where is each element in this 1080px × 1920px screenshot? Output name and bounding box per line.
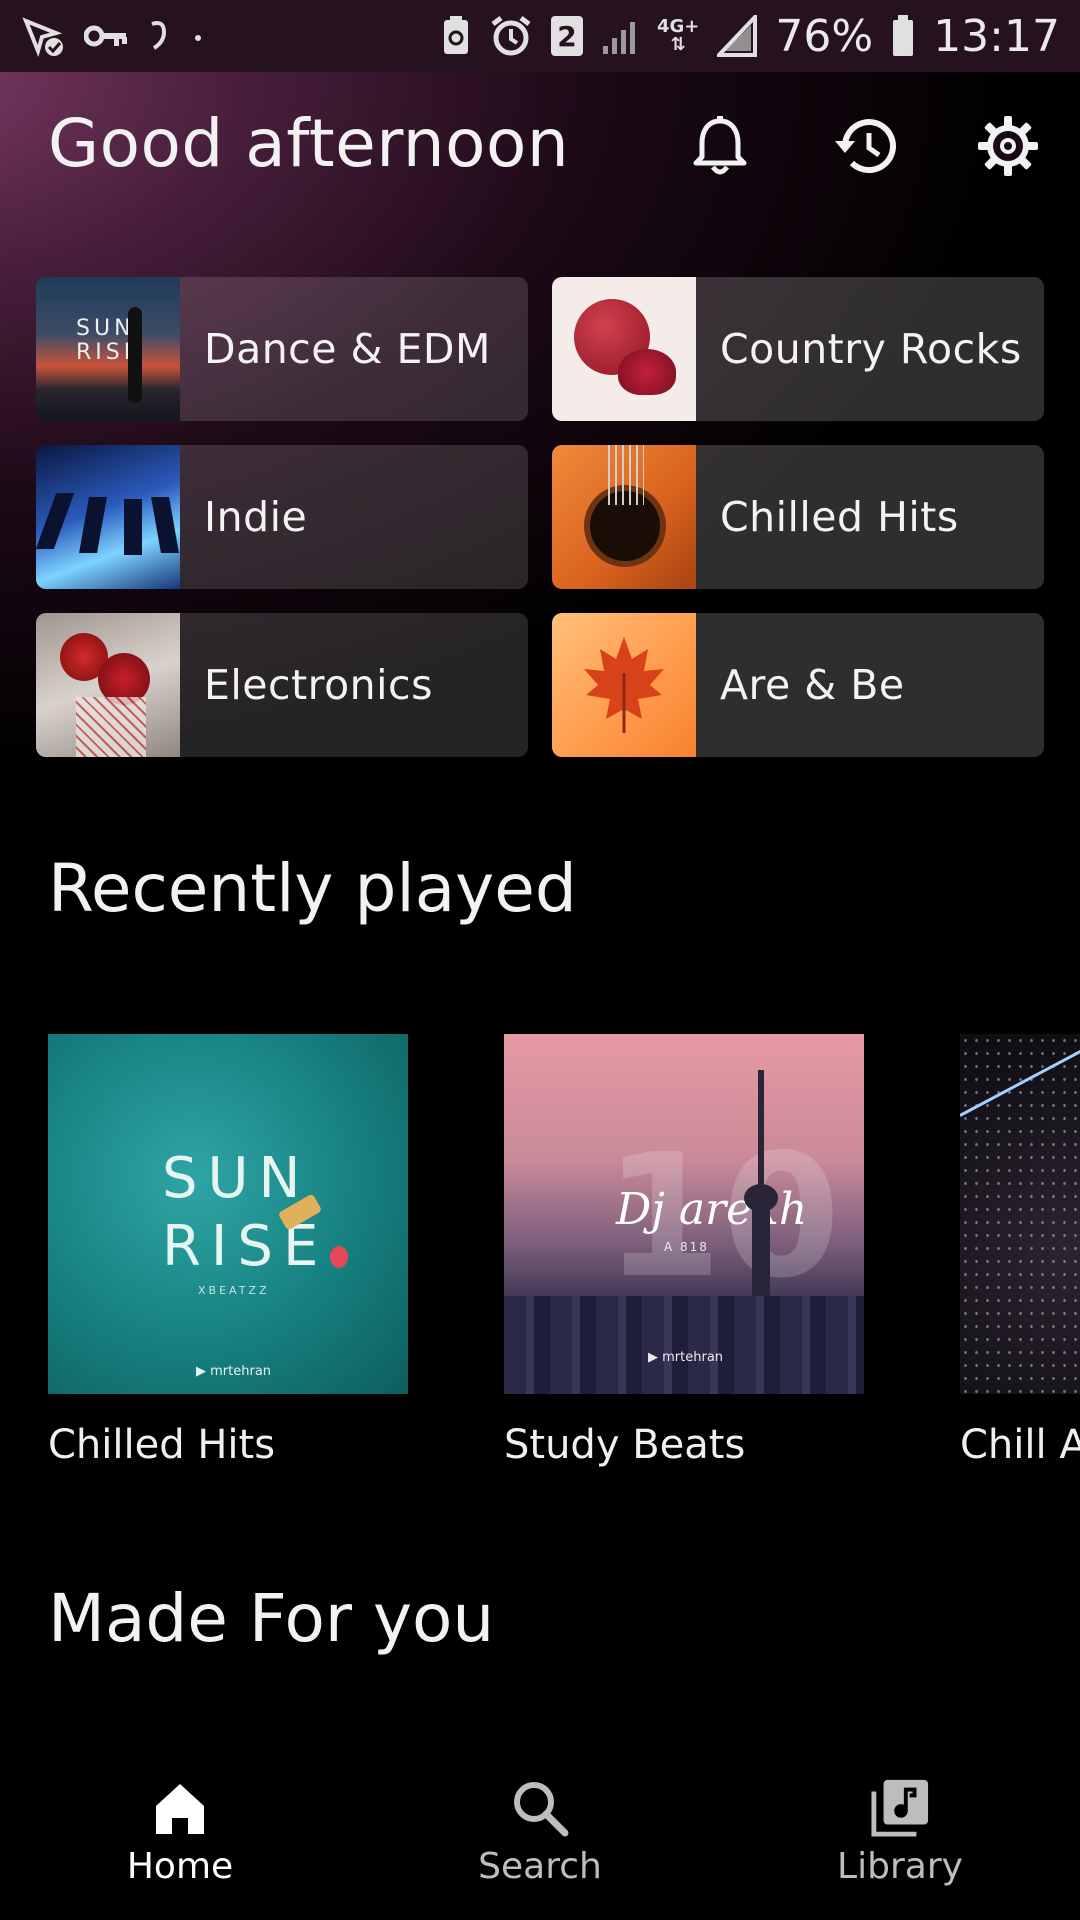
recent-card-study-beats[interactable]: 10 Dj arekh A 818 ▶ mrtehran Study Beats bbox=[504, 1034, 864, 1468]
history-icon[interactable] bbox=[828, 110, 900, 182]
bluetooth-check-icon bbox=[20, 13, 66, 59]
signal-full-icon bbox=[717, 15, 758, 57]
quick-pick-chilled-hits[interactable]: Chilled Hits bbox=[552, 445, 1044, 589]
starfield-album-art bbox=[960, 1034, 1080, 1394]
maple-leaf-thumb bbox=[552, 613, 696, 757]
art-small-text: XBEATZZ bbox=[198, 1284, 270, 1297]
data-arrows-icon: ⇅ bbox=[670, 34, 686, 55]
home-icon bbox=[150, 1778, 210, 1838]
art-text-line1: SUN bbox=[162, 1146, 311, 1211]
quick-pick-label: Electronics bbox=[204, 661, 433, 709]
piano-keys-thumb bbox=[36, 445, 180, 589]
status-right: 2 4G+ ⇅ 76% 13:17 bbox=[441, 11, 1060, 62]
bottom-nav: Home Search Library bbox=[0, 1760, 1080, 1920]
tower-spire bbox=[758, 1070, 764, 1190]
bell-icon[interactable] bbox=[684, 110, 756, 182]
pomegranate-thumb bbox=[552, 277, 696, 421]
quick-pick-indie[interactable]: Indie bbox=[36, 445, 528, 589]
quick-pick-label: Chilled Hits bbox=[720, 493, 959, 541]
quick-pick-label: Dance & EDM bbox=[204, 325, 491, 373]
sync-icon bbox=[146, 16, 170, 56]
nav-search[interactable]: Search bbox=[440, 1778, 640, 1887]
nav-label: Search bbox=[478, 1846, 602, 1887]
quick-pick-dance-edm[interactable]: SUN RISE Dance & EDM bbox=[36, 277, 528, 421]
sunrise-album-art: SUN RISE XBEATZZ ▶ mrtehran bbox=[48, 1034, 408, 1394]
recent-card-chill-a[interactable]: Chill A bbox=[960, 1034, 1080, 1468]
page-title: Good afternoon bbox=[48, 105, 570, 182]
quick-pick-label: Country Rocks bbox=[720, 325, 1022, 373]
battery-icon bbox=[891, 14, 915, 58]
library-icon bbox=[870, 1778, 930, 1838]
roses-thumb bbox=[36, 613, 180, 757]
recent-card-caption: Chilled Hits bbox=[48, 1422, 276, 1468]
art-brand: ▶ mrtehran bbox=[648, 1350, 724, 1365]
quick-pick-are-be[interactable]: Are & Be bbox=[552, 613, 1044, 757]
recently-played-title: Recently played bbox=[48, 850, 577, 927]
nav-label: Library bbox=[837, 1846, 963, 1887]
float-ring bbox=[330, 1246, 348, 1268]
signal-icon bbox=[601, 16, 639, 56]
recent-card-chilled-hits[interactable]: SUN RISE XBEATZZ ▶ mrtehran Chilled Hits bbox=[48, 1034, 408, 1468]
art-brand-text: mrtehran bbox=[662, 1350, 724, 1365]
recycle-icon bbox=[441, 14, 471, 58]
quick-pick-country-rocks[interactable]: Country Rocks bbox=[552, 277, 1044, 421]
guitar-thumb bbox=[552, 445, 696, 589]
art-text-line2: A 818 bbox=[664, 1240, 709, 1254]
sunrise-surfer-thumb: SUN RISE bbox=[36, 277, 180, 421]
tower-pod bbox=[744, 1184, 778, 1212]
recent-card-caption: Chill A bbox=[960, 1422, 1080, 1468]
quick-pick-label: Are & Be bbox=[720, 661, 905, 709]
made-for-you-title: Made For you bbox=[48, 1580, 495, 1657]
clock-time: 13:17 bbox=[933, 10, 1060, 62]
status-bar: 2 4G+ ⇅ 76% 13:17 bbox=[0, 0, 1080, 72]
quick-pick-label: Indie bbox=[204, 493, 308, 541]
nav-library[interactable]: Library bbox=[800, 1778, 1000, 1887]
sim2-icon: 2 bbox=[551, 16, 583, 56]
city-skyline bbox=[504, 1296, 864, 1394]
nav-home[interactable]: Home bbox=[80, 1778, 280, 1887]
recent-card-caption: Study Beats bbox=[504, 1422, 746, 1468]
art-text-line1: Dj arekh bbox=[616, 1184, 808, 1235]
4g-icon: 4G+ ⇅ bbox=[657, 18, 699, 54]
nav-label: Home bbox=[126, 1846, 234, 1887]
status-left bbox=[20, 13, 208, 59]
quick-pick-electronics[interactable]: Electronics bbox=[36, 613, 528, 757]
search-icon bbox=[510, 1778, 570, 1838]
battery-percent: 76% bbox=[775, 10, 874, 62]
alarm-icon bbox=[489, 14, 533, 58]
sim-badge-text: 2 bbox=[557, 19, 577, 53]
tower-album-art: 10 Dj arekh A 818 ▶ mrtehran bbox=[504, 1034, 864, 1394]
art-brand-text: mrtehran bbox=[210, 1364, 272, 1379]
dot-icon bbox=[188, 26, 208, 46]
art-brand: ▶ mrtehran bbox=[196, 1364, 272, 1379]
art-text-line2: RISE bbox=[162, 1214, 329, 1279]
key-icon bbox=[84, 21, 128, 51]
gear-icon[interactable] bbox=[972, 110, 1044, 182]
